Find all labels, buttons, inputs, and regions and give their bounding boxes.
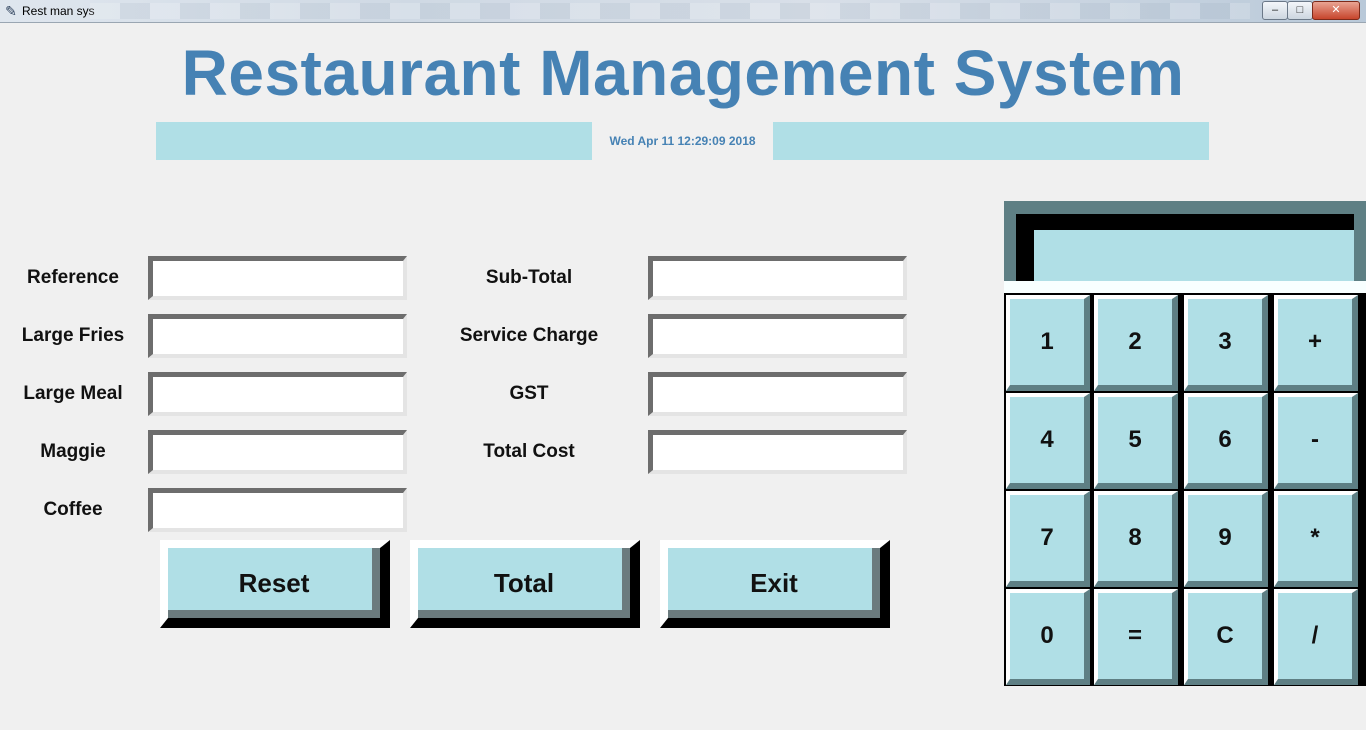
sub-total-label: Sub-Total <box>485 267 573 288</box>
calc-key-minus[interactable]: - <box>1274 393 1358 489</box>
calc-key-divide[interactable]: / <box>1274 589 1358 685</box>
calc-key-9[interactable]: 9 <box>1184 491 1268 587</box>
reference-field-frame <box>148 256 407 300</box>
large-fries-field-frame <box>148 314 407 358</box>
large-meal-input[interactable] <box>153 377 403 412</box>
calculator-display-lip <box>1004 281 1366 293</box>
total-cost-input[interactable] <box>653 435 903 470</box>
exit-button[interactable]: Exit <box>660 540 890 628</box>
window-titlebar: ✎ Rest man sys ‒ □ ✕ <box>0 0 1366 23</box>
calc-key-5[interactable]: 5 <box>1094 393 1178 489</box>
maggie-label: Maggie <box>40 441 106 462</box>
reference-label: Reference <box>27 267 119 288</box>
total-button[interactable]: Total <box>410 540 640 628</box>
gst-field-frame <box>648 372 907 416</box>
total-button-label: Total <box>493 567 555 598</box>
maggie-field-frame <box>148 430 407 474</box>
maximize-button[interactable]: □ <box>1287 1 1313 20</box>
titlebar-background <box>90 3 1250 19</box>
service-charge-field-frame <box>648 314 907 358</box>
reference-input[interactable] <box>153 261 403 296</box>
exit-button-label: Exit <box>750 567 798 598</box>
calculator-display[interactable] <box>1034 230 1354 282</box>
total-cost-label: Total Cost <box>483 441 575 462</box>
window-title: Rest man sys <box>22 4 95 18</box>
calc-key-7[interactable]: 7 <box>1006 491 1090 587</box>
coffee-label: Coffee <box>43 499 103 520</box>
page-title: Restaurant Management System <box>181 37 1185 109</box>
calc-key-equals[interactable]: = <box>1094 589 1178 685</box>
date-strip-left <box>156 122 592 160</box>
reset-button[interactable]: Reset <box>160 540 390 628</box>
total-cost-field-frame <box>648 430 907 474</box>
coffee-input[interactable] <box>153 493 403 528</box>
calc-key-multiply[interactable]: * <box>1274 491 1358 587</box>
coffee-field-frame <box>148 488 407 532</box>
maggie-input[interactable] <box>153 435 403 470</box>
calc-key-4[interactable]: 4 <box>1006 393 1090 489</box>
sub-total-input[interactable] <box>653 261 903 296</box>
large-fries-label: Large Fries <box>21 325 125 346</box>
calc-key-clear[interactable]: C <box>1184 589 1268 685</box>
large-meal-label: Large Meal <box>23 383 123 404</box>
calc-key-2[interactable]: 2 <box>1094 295 1178 391</box>
gst-label: GST <box>509 383 549 404</box>
calc-key-3[interactable]: 3 <box>1184 295 1268 391</box>
feather-icon: ✎ <box>5 3 17 19</box>
sub-total-field-frame <box>648 256 907 300</box>
large-fries-input[interactable] <box>153 319 403 354</box>
calc-key-8[interactable]: 8 <box>1094 491 1178 587</box>
calc-key-6[interactable]: 6 <box>1184 393 1268 489</box>
large-meal-field-frame <box>148 372 407 416</box>
date-strip-right <box>773 122 1209 160</box>
calc-key-plus[interactable]: + <box>1274 295 1358 391</box>
reset-button-label: Reset <box>238 567 310 598</box>
service-charge-label: Service Charge <box>459 325 599 346</box>
calc-key-1[interactable]: 1 <box>1006 295 1090 391</box>
minimize-button[interactable]: ‒ <box>1262 1 1288 20</box>
close-button[interactable]: ✕ <box>1312 1 1360 20</box>
datetime-label: Wed Apr 11 12:29:09 2018 <box>609 134 756 148</box>
gst-input[interactable] <box>653 377 903 412</box>
service-charge-input[interactable] <box>653 319 903 354</box>
calc-key-0[interactable]: 0 <box>1006 589 1090 685</box>
